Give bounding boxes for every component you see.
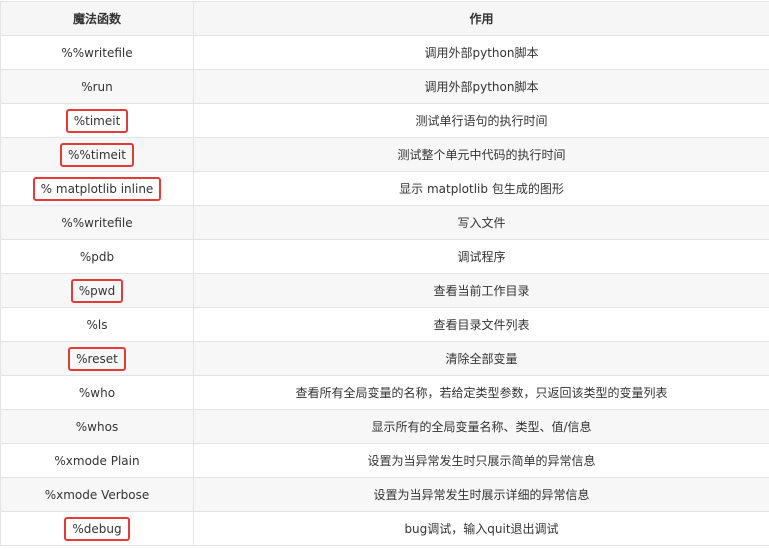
magic-function-cell: %debug bbox=[1, 512, 194, 546]
table-row: %pwd 查看当前工作目录 bbox=[1, 274, 769, 308]
purpose-cell: 调用外部python脚本 bbox=[194, 36, 769, 70]
purpose-cell: 写入文件 bbox=[194, 206, 769, 240]
highlighted-command: %pwd bbox=[71, 279, 123, 303]
highlighted-command: % matplotlib inline bbox=[33, 177, 162, 201]
table-row: %%timeit 测试整个单元中代码的执行时间 bbox=[1, 138, 769, 172]
magic-function-cell: %pdb bbox=[1, 240, 194, 274]
header-purpose: 作用 bbox=[194, 2, 769, 36]
command-text: %who bbox=[79, 386, 115, 400]
command-text: %xmode Plain bbox=[54, 454, 139, 468]
magic-function-cell: %ls bbox=[1, 308, 194, 342]
table-row: %xmode Plain 设置为当异常发生时只展示简单的异常信息 bbox=[1, 444, 769, 478]
command-text: %pdb bbox=[80, 250, 114, 264]
table-row: %whos 显示所有的全局变量名称、类型、值/信息 bbox=[1, 410, 769, 444]
magic-function-cell: %%writefile bbox=[1, 206, 194, 240]
highlighted-command: %debug bbox=[64, 517, 129, 541]
table-row: %who 查看所有全局变量的名称，若给定类型参数，只返回该类型的变量列表 bbox=[1, 376, 769, 410]
table-body: %%writefile 调用外部python脚本 %run 调用外部python脚本%… bbox=[1, 36, 769, 546]
table-row: %%writefile 调用外部python脚本 bbox=[1, 36, 769, 70]
purpose-cell: 设置为当异常发生时只展示简单的异常信息 bbox=[194, 444, 769, 478]
command-text: %whos bbox=[76, 420, 118, 434]
purpose-cell: 查看目录文件列表 bbox=[194, 308, 769, 342]
table-row: %pdb 调试程序 bbox=[1, 240, 769, 274]
purpose-cell: 调试程序 bbox=[194, 240, 769, 274]
highlighted-command: %reset bbox=[68, 347, 126, 371]
command-text: %xmode Verbose bbox=[45, 488, 150, 502]
purpose-cell: 清除全部变量 bbox=[194, 342, 769, 376]
magic-function-cell: %xmode Plain bbox=[1, 444, 194, 478]
purpose-cell: 显示 matplotlib 包生成的图形 bbox=[194, 172, 769, 206]
purpose-cell: 测试单行语句的执行时间 bbox=[194, 104, 769, 138]
command-text: %%writefile bbox=[61, 46, 132, 60]
highlighted-command: %%timeit bbox=[60, 143, 134, 167]
magic-function-cell: %xmode Verbose bbox=[1, 478, 194, 512]
purpose-cell: 查看当前工作目录 bbox=[194, 274, 769, 308]
magic-function-cell: %%timeit bbox=[1, 138, 194, 172]
table-row: %run 调用外部python脚本 bbox=[1, 70, 769, 104]
table-row: %timeit 测试单行语句的执行时间 bbox=[1, 104, 769, 138]
command-text: %ls bbox=[87, 318, 108, 332]
purpose-cell: 测试整个单元中代码的执行时间 bbox=[194, 138, 769, 172]
purpose-cell: 调用外部python脚本 bbox=[194, 70, 769, 104]
magic-function-cell: % matplotlib inline bbox=[1, 172, 194, 206]
table-row: %reset 清除全部变量 bbox=[1, 342, 769, 376]
highlighted-command: %timeit bbox=[66, 109, 129, 133]
magic-function-cell: %whos bbox=[1, 410, 194, 444]
purpose-cell: 设置为当异常发生时展示详细的异常信息 bbox=[194, 478, 769, 512]
magic-functions-table: 魔法函数 作用 %%writefile 调用外部python脚本 %run 调用外部p… bbox=[0, 1, 769, 546]
table-row: % matplotlib inline 显示 matplotlib 包生成的图形 bbox=[1, 172, 769, 206]
table-header-row: 魔法函数 作用 bbox=[1, 2, 769, 36]
command-text: %run bbox=[81, 80, 113, 94]
command-text: %%writefile bbox=[61, 216, 132, 230]
table-row: %ls 查看目录文件列表 bbox=[1, 308, 769, 342]
magic-function-cell: %reset bbox=[1, 342, 194, 376]
magic-function-cell: %run bbox=[1, 70, 194, 104]
header-magic-function: 魔法函数 bbox=[1, 2, 194, 36]
purpose-cell: bug调试，输入quit退出调试 bbox=[194, 512, 769, 546]
table-row: %xmode Verbose 设置为当异常发生时展示详细的异常信息 bbox=[1, 478, 769, 512]
magic-function-cell: %timeit bbox=[1, 104, 194, 138]
magic-function-cell: %%writefile bbox=[1, 36, 194, 70]
purpose-cell: 查看所有全局变量的名称，若给定类型参数，只返回该类型的变量列表 bbox=[194, 376, 769, 410]
table-row: %%writefile 写入文件 bbox=[1, 206, 769, 240]
table-row: %debug bug调试，输入quit退出调试 bbox=[1, 512, 769, 546]
purpose-cell: 显示所有的全局变量名称、类型、值/信息 bbox=[194, 410, 769, 444]
magic-function-cell: %who bbox=[1, 376, 194, 410]
magic-function-cell: %pwd bbox=[1, 274, 194, 308]
